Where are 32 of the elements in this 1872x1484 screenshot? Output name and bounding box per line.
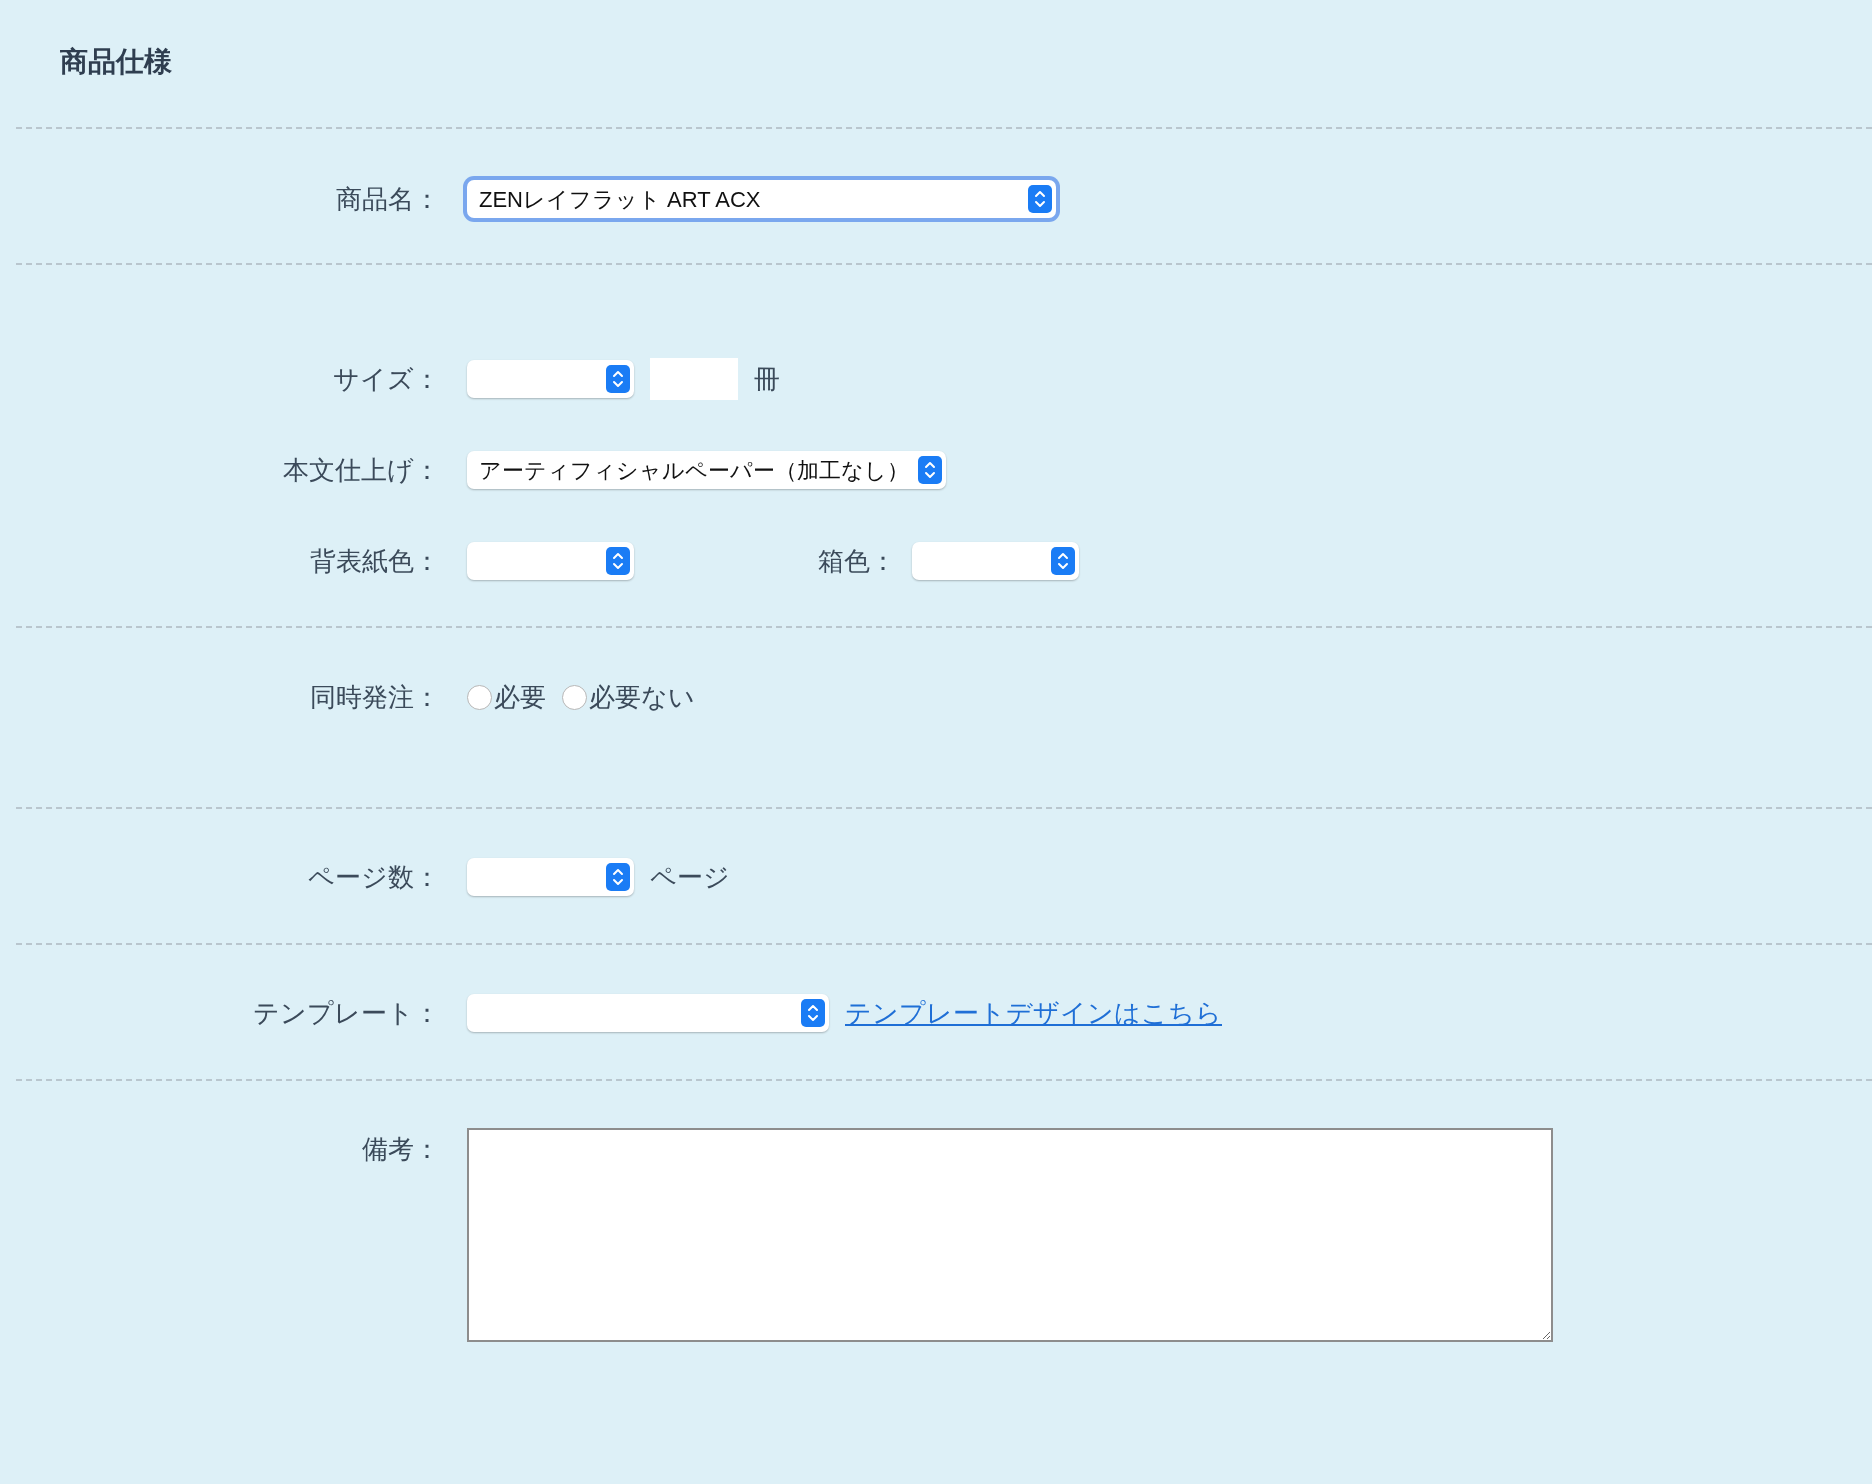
dropdown[interactable] [467,994,829,1032]
radio-button[interactable] [467,684,492,710]
template-link[interactable]: テンプレートデザインはこちら [845,993,1222,1033]
field-label: サイズ： [332,362,440,396]
chevron-icon [801,999,825,1027]
input-field[interactable] [650,358,738,400]
section-title: 商品仕様 [60,45,173,79]
notes-textarea[interactable] [467,1128,1553,1342]
dropdown[interactable] [467,858,634,896]
field-label: 箱色： [818,544,896,578]
dropdown[interactable] [912,542,1079,580]
chevron-icon [606,547,630,575]
field-label: テンプレート： [252,996,440,1030]
chevron-icon [606,863,630,891]
chevron-icon [918,456,942,484]
field-label: 商品名： [335,182,440,216]
chevron-icon [606,365,630,393]
chevron-icon [1028,185,1052,213]
unit-label: 冊 [754,362,780,396]
dropdown[interactable]: アーティフィシャルペーパー（加工なし） [467,451,946,489]
field-label: 本文仕上げ： [282,453,440,487]
chevron-icon [1051,547,1075,575]
radio-option[interactable]: 必要 [467,677,546,717]
field-label: 背表紙色： [309,544,440,578]
field-label: 同時発注： [309,680,440,714]
dropdown[interactable] [467,360,634,398]
radio-option[interactable]: 必要ない [562,677,695,717]
dropdown[interactable] [467,542,634,580]
field-label: 備考： [361,1133,440,1166]
field-label: ページ数： [307,860,440,894]
unit-label: ページ [650,860,730,894]
radio-button[interactable] [562,684,587,710]
